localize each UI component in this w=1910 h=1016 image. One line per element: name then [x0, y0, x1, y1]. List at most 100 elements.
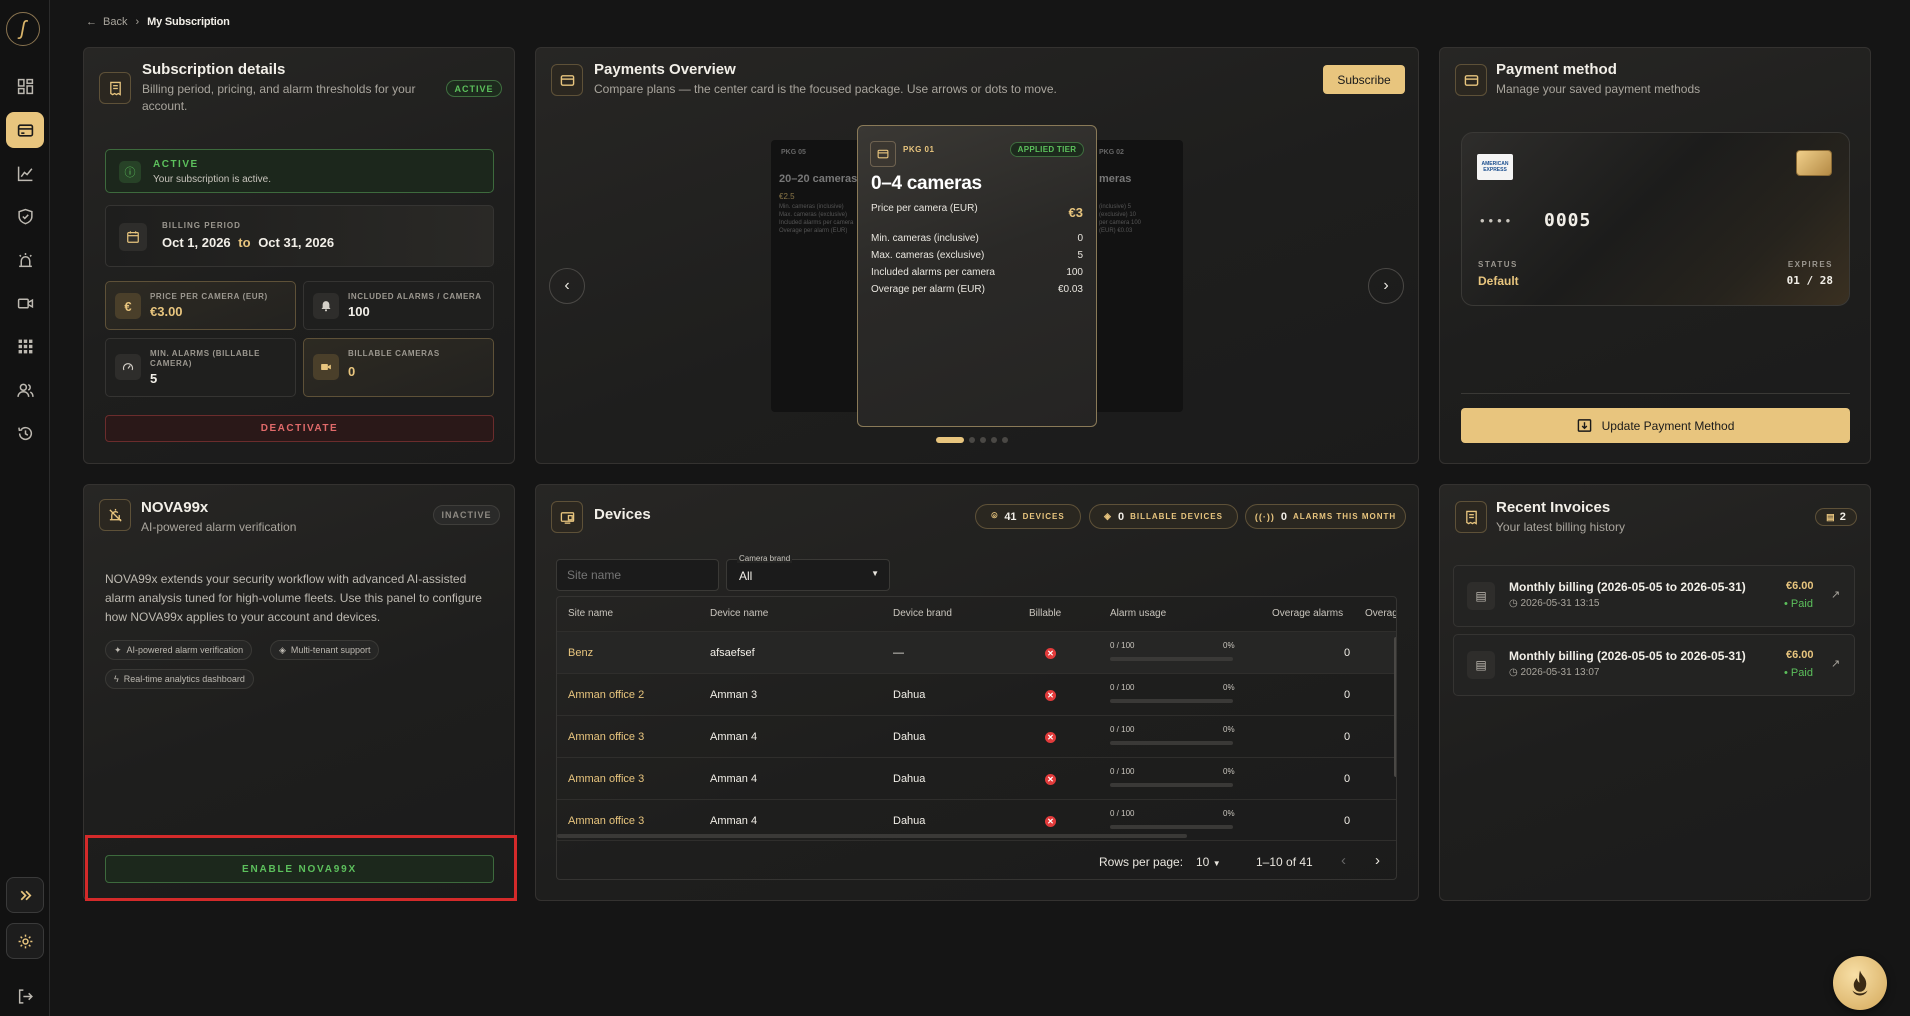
invoice-title: Monthly billing (2026-05-05 to 2026-05-3…: [1509, 649, 1746, 663]
invoice-date: ◷ 2026-05-31 13:15: [1509, 598, 1600, 609]
package-card-right[interactable]: PKG 02 meras (inclusive) 5 (exclusive) 1…: [1083, 140, 1183, 412]
billing-period: BILLING PERIOD Oct 1, 2026 to Oct 31, 20…: [105, 205, 494, 267]
expand-icon[interactable]: [6, 877, 44, 913]
usage-percent: 0%: [1223, 641, 1235, 650]
nova-status-badge: INACTIVE: [433, 505, 500, 525]
gauge-icon: [115, 354, 141, 380]
usage-label: 0 / 100: [1110, 767, 1135, 776]
camera-icon[interactable]: [6, 285, 44, 321]
carousel-next-button[interactable]: ›: [1368, 268, 1404, 304]
app-logo[interactable]: ʃ: [6, 12, 40, 46]
not-billable-icon: ✕: [1045, 774, 1056, 785]
next-page-button[interactable]: ›: [1375, 852, 1380, 869]
site-cell[interactable]: Benz: [568, 632, 593, 674]
invoice-status: • Paid: [1784, 598, 1813, 610]
overage-cell: 0: [1344, 815, 1351, 827]
table-row[interactable]: Amman office 2 Amman 3 Dahua ✕ 0 / 100 0% 0: [557, 673, 1396, 716]
update-payment-method-button[interactable]: Update Payment Method: [1461, 408, 1850, 443]
shield-icon[interactable]: [6, 198, 44, 234]
enable-nova-button[interactable]: ENABLE NOVA99X: [105, 855, 494, 883]
saved-card[interactable]: AMERICAN EXPRESS •••• 0005 STATUS Defaul…: [1461, 132, 1850, 306]
alarm-icon[interactable]: [6, 242, 44, 278]
analytics-icon[interactable]: [6, 155, 44, 191]
package-card-left[interactable]: PKG 05 20–20 cameras €2.5 Min. cameras (…: [771, 140, 871, 412]
table-row[interactable]: Amman office 3 Amman 4 Dahua ✕ 0 / 100 0% 0: [557, 715, 1396, 758]
scrollbar-horizontal[interactable]: [557, 834, 1187, 838]
users-icon[interactable]: [6, 372, 44, 408]
bolt-icon: ϟ: [114, 674, 119, 684]
logout-icon[interactable]: [6, 978, 44, 1014]
payment-method-card: Payment method Manage your saved payment…: [1439, 47, 1871, 464]
carousel-dots: [936, 437, 1013, 443]
invoice-item[interactable]: ▤ Monthly billing (2026-05-05 to 2026-05-…: [1453, 634, 1855, 696]
invoice-count-badge: ▤ 2: [1815, 508, 1857, 526]
site-cell[interactable]: Amman office 2: [568, 674, 644, 716]
card-last4: 0005: [1544, 210, 1592, 231]
usage-percent: 0%: [1223, 725, 1235, 734]
devices-count-badge: ⌾ 41 DEVICES: [975, 504, 1081, 529]
status-badge: ACTIVE: [446, 80, 502, 97]
overage-cell: 0: [1344, 647, 1351, 659]
subscription-details-card: Subscription details Billing period, pri…: [83, 47, 515, 464]
billing-icon[interactable]: [6, 112, 44, 148]
camera-brand-select[interactable]: Camera brand All ▼: [726, 554, 890, 591]
site-cell[interactable]: Amman office 3: [568, 758, 644, 800]
table-row[interactable]: Amman office 3 Amman 4 Dahua ✕ 0 / 100 0% 0: [557, 757, 1396, 800]
carousel-dot[interactable]: [991, 437, 997, 443]
settings-icon[interactable]: [6, 923, 44, 959]
external-link-icon[interactable]: ↗: [1831, 588, 1840, 601]
table-row[interactable]: Benz afsaefsef — ✕ 0 / 100 0% 0: [557, 631, 1396, 674]
billable-cameras-tile: BILLABLE CAMERAS 0: [303, 338, 494, 397]
carousel-prev-button[interactable]: ‹: [549, 268, 585, 304]
layers-icon: ◈: [1104, 511, 1112, 521]
page-title: My Subscription: [147, 16, 230, 28]
receipt-icon: ▤: [1467, 582, 1495, 610]
external-link-icon[interactable]: ↗: [1831, 657, 1840, 670]
usage-percent: 0%: [1223, 767, 1235, 776]
subscribe-button[interactable]: Subscribe: [1323, 65, 1405, 94]
deactivate-button[interactable]: DEACTIVATE: [105, 415, 494, 442]
not-billable-icon: ✕: [1045, 816, 1056, 827]
brand-cell: Dahua: [893, 689, 926, 701]
price-per-camera-tile: € PRICE PER CAMERA (EUR) €3.00: [105, 281, 296, 330]
nova-subtitle: AI-powered alarm verification: [141, 520, 297, 534]
scrollbar-vertical[interactable]: [1394, 637, 1396, 777]
receipt-icon: ▤: [1826, 511, 1836, 522]
site-name-input[interactable]: [556, 559, 719, 591]
package-card-focused[interactable]: PKG 01 APPLIED TIER 0–4 cameras Price pe…: [857, 125, 1097, 427]
location-icon: ⌾: [991, 511, 999, 522]
carousel-dot[interactable]: [969, 437, 975, 443]
carousel-dot[interactable]: [936, 437, 964, 443]
flame-icon: [1852, 970, 1868, 996]
usage-percent: 0%: [1223, 809, 1235, 818]
carousel-dot[interactable]: [1002, 437, 1008, 443]
clock-icon: ◷: [1509, 598, 1518, 609]
site-cell[interactable]: Amman office 3: [568, 716, 644, 758]
carousel-dot[interactable]: [980, 437, 986, 443]
usage-bar: [1110, 741, 1233, 745]
not-billable-icon: ✕: [1045, 648, 1056, 659]
pagination: Rows per page: 10 ▼ 1–10 of 41 ‹ ›: [557, 840, 1396, 879]
card-icon: [551, 64, 583, 96]
grid-icon[interactable]: [6, 328, 44, 364]
prev-page-button[interactable]: ‹: [1341, 852, 1346, 869]
chevron-right-icon: ›: [135, 16, 140, 28]
included-alarms-tile: INCLUDED ALARMS / CAMERA 100: [303, 281, 494, 330]
rows-per-page-select[interactable]: 10 ▼: [1196, 855, 1221, 869]
applied-tier-badge: APPLIED TIER: [1010, 142, 1084, 157]
usage-bar: [1110, 699, 1233, 703]
usage-bar: [1110, 825, 1233, 829]
back-link[interactable]: ← Back: [86, 16, 127, 28]
overage-cell: 0: [1344, 731, 1351, 743]
sidebar: ʃ: [0, 0, 50, 1016]
invoices-subtitle: Your latest billing history: [1496, 520, 1625, 534]
assistant-fab[interactable]: [1833, 956, 1887, 1010]
bell-off-icon: [99, 499, 131, 531]
dashboard-icon[interactable]: [6, 68, 44, 104]
usage-percent: 0%: [1223, 683, 1235, 692]
invoice-item[interactable]: ▤ Monthly billing (2026-05-05 to 2026-05-…: [1453, 565, 1855, 627]
history-icon[interactable]: [6, 415, 44, 451]
broadcast-icon: ((·)): [1254, 511, 1275, 522]
invoice-amount: €6.00: [1786, 649, 1814, 661]
nova-card: NOVA99x AI-powered alarm verification IN…: [83, 484, 517, 901]
